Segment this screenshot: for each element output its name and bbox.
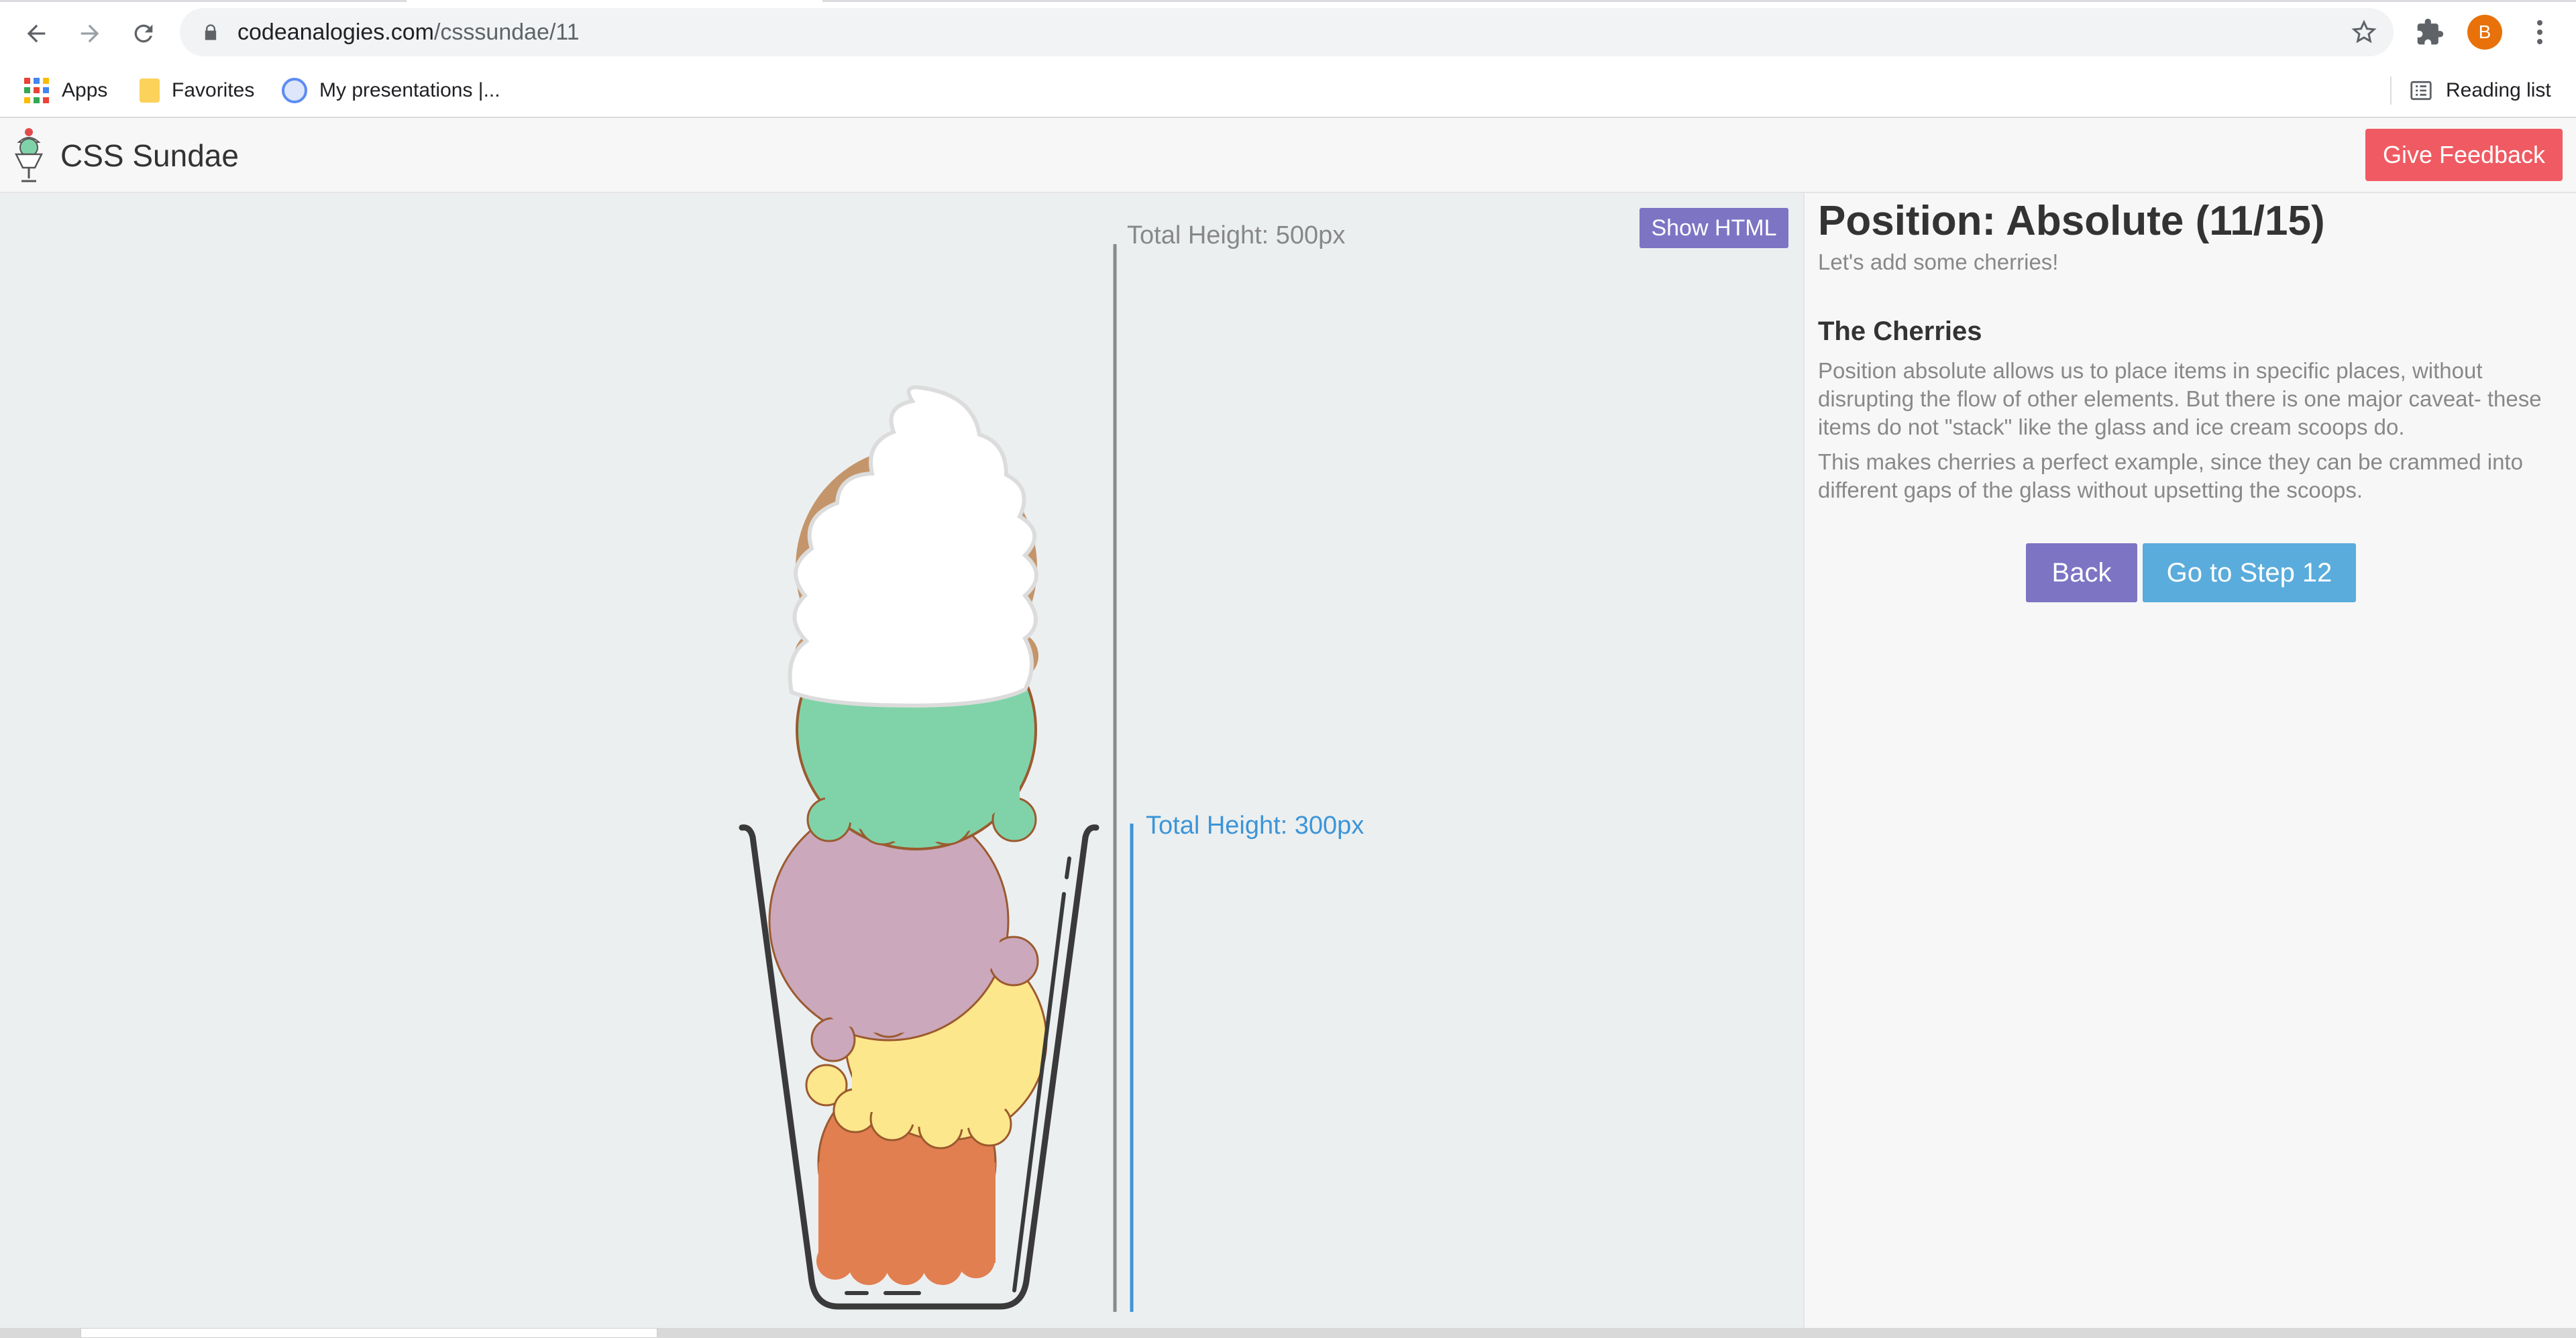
menu-dot	[2537, 39, 2542, 44]
reload-icon	[134, 24, 153, 43]
glass-height-label: Total Height: 300px	[1146, 812, 1364, 840]
lesson-paragraph: This makes cherries a perfect example, s…	[1818, 449, 2523, 502]
reading-list-icon	[2410, 80, 2432, 101]
lesson-title: Position: Absolute (11/15)	[1818, 198, 2325, 244]
extensions-puzzle-icon[interactable]	[2415, 17, 2445, 47]
browser-menu-button[interactable]	[2526, 16, 2553, 48]
lesson-paragraph: Position absolute allows us to place ite…	[1818, 358, 2542, 439]
app-title: CSS Sundae	[60, 138, 239, 173]
lock-icon	[205, 24, 217, 40]
bookmark-label: My presentations |...	[319, 79, 500, 101]
outer-height-label: Total Height: 500px	[1127, 221, 1346, 249]
bookmarks-divider	[2390, 76, 2392, 105]
tab-strip-edge	[0, 0, 407, 2]
sundae-stage: Total Height: 500px Total Height: 300px …	[0, 193, 1803, 1328]
profile-avatar[interactable]: B	[2467, 15, 2502, 50]
forward-nav-button[interactable]	[71, 15, 109, 52]
arrow-left-icon	[27, 24, 46, 43]
whipped-cream-icon	[788, 385, 1038, 708]
reading-list-label: Reading list	[2446, 79, 2551, 101]
show-html-button[interactable]: Show HTML	[1640, 208, 1788, 248]
bookmark-my-presentations[interactable]: My presentations |...	[282, 64, 500, 117]
section-heading: The Cherries	[1818, 317, 1982, 346]
tab-strip-edge	[822, 0, 2576, 2]
address-bar[interactable]: codeanalogies.com/csssundae/11	[180, 8, 2394, 56]
url-host: codeanalogies.com	[237, 19, 434, 45]
horizontal-scrollbar[interactable]	[0, 1328, 2576, 1338]
sundae-illustration	[739, 244, 1134, 1312]
scrollbar-thumb[interactable]	[80, 1328, 657, 1338]
apps-grid-icon	[24, 78, 50, 103]
folder-icon	[140, 78, 160, 103]
menu-dot	[2537, 20, 2542, 25]
reading-list-button[interactable]: Reading list	[2408, 64, 2551, 117]
back-button[interactable]: Back	[2026, 543, 2137, 602]
bookmark-label: Favorites	[172, 79, 255, 101]
back-nav-button[interactable]	[17, 15, 55, 52]
arrow-right-icon	[80, 24, 99, 43]
bookmark-label: Apps	[62, 79, 108, 101]
url-text[interactable]: codeanalogies.com/csssundae/11	[237, 8, 580, 56]
sundae-logo-icon	[14, 128, 44, 182]
bookmark-apps[interactable]: Apps	[24, 64, 107, 117]
app-header: CSS Sundae Give Feedback	[0, 118, 2576, 193]
globe-icon	[282, 78, 307, 103]
url-path: /csssundae/11	[433, 19, 580, 45]
lesson-subtitle: Let's add some cherries!	[1818, 249, 2059, 274]
give-feedback-button[interactable]: Give Feedback	[2365, 129, 2563, 181]
bookmark-star-icon[interactable]	[2351, 19, 2377, 46]
browser-toolbar: codeanalogies.com/csssundae/11 B	[0, 0, 2576, 64]
next-step-button[interactable]: Go to Step 12	[2143, 543, 2356, 602]
menu-dot	[2537, 30, 2542, 35]
bookmarks-bar: Apps Favorites My presentations |... Rea…	[0, 64, 2576, 118]
bookmark-favorites[interactable]: Favorites	[140, 64, 254, 117]
lesson-panel: Position: Absolute (11/15) Let's add som…	[1803, 193, 2576, 1328]
reload-button[interactable]	[125, 15, 162, 52]
